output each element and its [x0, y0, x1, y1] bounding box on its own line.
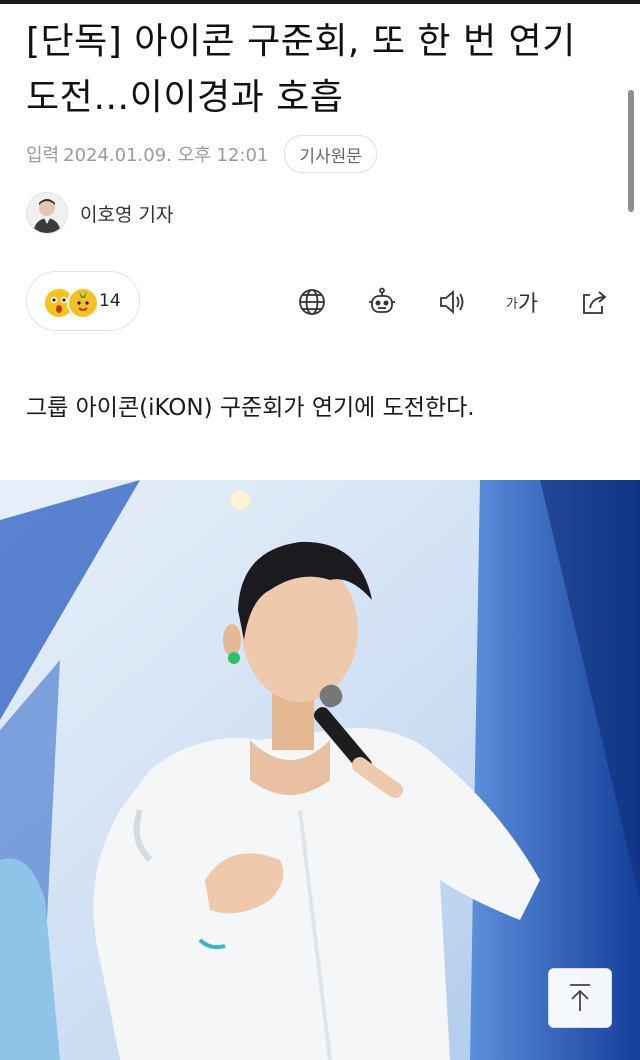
meta-label: 입력 [26, 145, 60, 166]
pineapple-emoji-icon [67, 287, 99, 319]
publish-date: 2024.01.09. 오후 12:01 [63, 145, 269, 166]
article-page: [단독] 아이콘 구준회, 또 한 번 연기도전…이이경과 호흡 입력 2024… [0, 0, 640, 1060]
scroll-to-top-button[interactable] [548, 968, 612, 1028]
article-lead-text: 그룹 아이콘(iKON) 구준회가 연기에 도전한다. [26, 395, 475, 421]
article-photo[interactable] [0, 480, 640, 1060]
share-icon[interactable] [574, 282, 614, 322]
reporter-info[interactable]: 이호영 기자 [26, 192, 174, 234]
font-size-large-label: 가 [517, 292, 539, 317]
font-size-icon[interactable]: 가가 [502, 282, 542, 322]
reaction-button[interactable]: 14 [26, 271, 140, 331]
original-article-button[interactable]: 기사원문 [284, 135, 377, 173]
top-bar [0, 0, 640, 4]
scrollbar[interactable] [628, 90, 634, 212]
reporter-avatar[interactable] [26, 192, 68, 234]
article-meta: 입력 2024.01.09. 오후 12:01 기사원문 [26, 135, 377, 173]
font-size-small-label: 가 [505, 296, 518, 312]
article-headline: [단독] 아이콘 구준회, 또 한 번 연기도전…이이경과 호흡 [26, 21, 576, 118]
reaction-emojis [43, 285, 103, 319]
globe-icon[interactable] [292, 282, 332, 322]
speaker-icon[interactable] [432, 282, 472, 322]
robot-summary-icon[interactable] [362, 282, 402, 322]
arrow-up-icon [570, 984, 590, 1011]
reporter-name: 이호영 기자 [80, 203, 174, 226]
